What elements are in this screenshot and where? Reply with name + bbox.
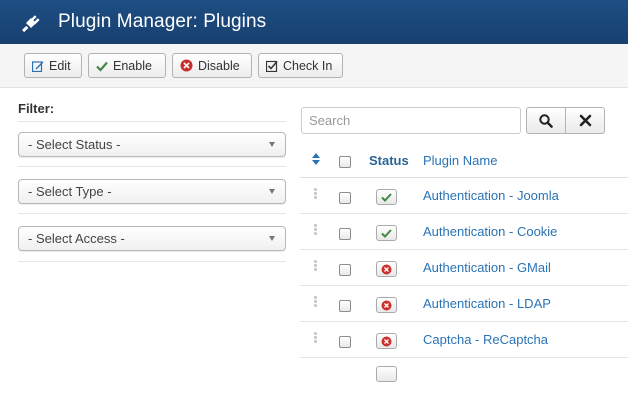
divider <box>18 213 286 214</box>
table-row: Authentication - Cookie <box>300 214 628 250</box>
table-row: Authentication - GMail <box>300 250 628 286</box>
row-checkbox[interactable] <box>339 264 351 276</box>
plugin-name-column-header[interactable]: Plugin Name <box>423 153 497 168</box>
drag-handle-icon[interactable] <box>314 224 317 235</box>
search-placeholder: Search <box>309 113 351 128</box>
row-checkbox[interactable] <box>339 336 351 348</box>
remove-circle-icon <box>180 59 193 72</box>
checkbox-icon <box>266 60 278 72</box>
plugin-name-link[interactable]: Authentication - Joomla <box>423 188 559 203</box>
select-all-checkbox[interactable] <box>339 156 351 168</box>
filter-title: Filter: <box>18 101 55 116</box>
check-icon <box>96 61 108 72</box>
search-button[interactable] <box>526 107 566 134</box>
status-toggle-button[interactable] <box>376 297 397 313</box>
remove-circle-icon <box>381 336 392 346</box>
remove-circle-icon <box>381 300 392 310</box>
disable-button[interactable]: Disable <box>172 53 252 78</box>
divider <box>18 261 286 262</box>
enable-button-label: Enable <box>113 58 152 73</box>
table-header: Status Plugin Name <box>300 142 628 178</box>
page-header: Plugin Manager: Plugins <box>0 0 628 44</box>
select-status-dropdown[interactable]: - Select Status - <box>18 132 286 157</box>
check-in-button[interactable]: Check In <box>258 53 343 78</box>
table-row: Authentication - LDAP <box>300 286 628 322</box>
caret-down-icon <box>269 236 275 241</box>
plugin-name-link[interactable]: Authentication - Cookie <box>423 224 557 239</box>
select-type-dropdown[interactable]: - Select Type - <box>18 179 286 204</box>
caret-down-icon <box>269 142 275 147</box>
select-access-dropdown[interactable]: - Select Access - <box>18 226 286 251</box>
enable-button[interactable]: Enable <box>88 53 166 78</box>
search-input[interactable]: Search <box>301 107 521 134</box>
plugin-name-link[interactable]: Authentication - LDAP <box>423 296 551 311</box>
toolbar: Edit Enable Disable Check In <box>0 44 628 88</box>
edit-button[interactable]: Edit <box>24 53 82 78</box>
drag-handle-icon[interactable] <box>314 260 317 271</box>
table-row: Captcha - ReCaptcha <box>300 322 628 358</box>
check-in-button-label: Check In <box>283 58 333 73</box>
plugin-name-link[interactable]: Authentication - GMail <box>423 260 551 275</box>
disable-button-label: Disable <box>198 58 240 73</box>
row-checkbox[interactable] <box>339 228 351 240</box>
remove-circle-icon <box>381 264 392 274</box>
divider <box>18 166 286 167</box>
caret-down-icon <box>269 189 275 194</box>
plug-icon <box>22 15 40 33</box>
select-type-value: - Select Type - <box>28 184 112 199</box>
status-toggle-button[interactable] <box>376 366 397 382</box>
plugin-name-link[interactable]: Captcha - ReCaptcha <box>423 332 548 347</box>
status-toggle-button[interactable] <box>376 189 397 205</box>
select-status-value: - Select Status - <box>28 137 121 152</box>
drag-handle-icon[interactable] <box>314 188 317 199</box>
edit-button-label: Edit <box>49 58 71 73</box>
drag-handle-icon[interactable] <box>314 332 317 343</box>
sort-icon[interactable] <box>312 153 320 165</box>
status-toggle-button[interactable] <box>376 333 397 349</box>
divider <box>18 121 286 122</box>
check-icon <box>381 192 392 202</box>
select-access-value: - Select Access - <box>28 231 125 246</box>
page-title: Plugin Manager: Plugins <box>58 11 267 32</box>
row-checkbox[interactable] <box>339 300 351 312</box>
check-icon <box>381 228 392 238</box>
drag-handle-icon[interactable] <box>314 296 317 307</box>
row-checkbox[interactable] <box>339 192 351 204</box>
status-toggle-button[interactable] <box>376 225 397 241</box>
clear-search-button[interactable] <box>565 107 605 134</box>
search-icon <box>539 113 553 128</box>
status-toggle-button[interactable] <box>376 261 397 277</box>
close-icon <box>579 114 591 127</box>
table-row <box>300 358 628 394</box>
status-column-header[interactable]: Status <box>369 153 409 168</box>
edit-icon <box>32 60 44 72</box>
table-row: Authentication - Joomla <box>300 178 628 214</box>
